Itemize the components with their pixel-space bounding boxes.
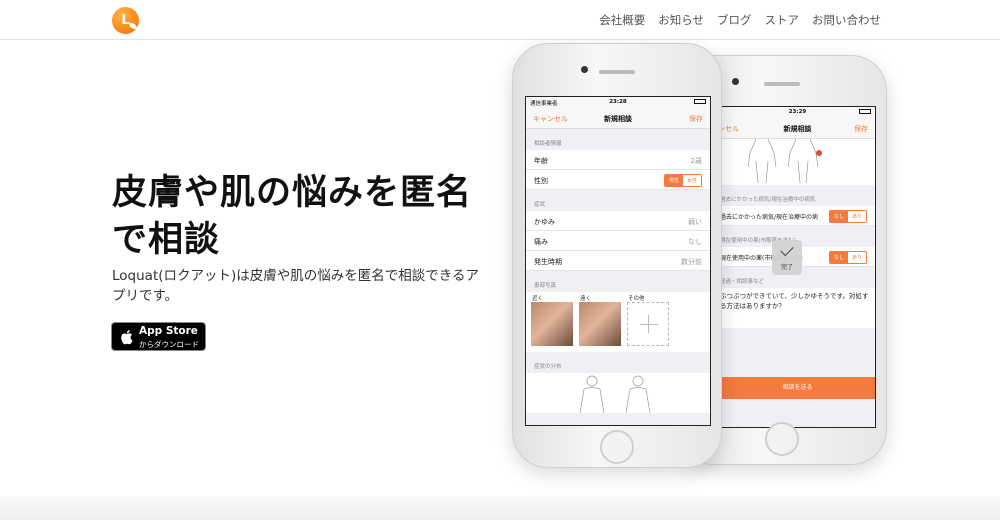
save-button[interactable]: 保存 bbox=[689, 114, 703, 124]
symptom-section-header: 症状 bbox=[534, 202, 546, 208]
hero-title-line1: 皮膚や肌の悩みを匿名 bbox=[112, 173, 473, 213]
body-outline-icon bbox=[747, 138, 822, 184]
itch-row[interactable]: かゆみ 弱い bbox=[526, 211, 710, 231]
onset-row[interactable]: 発生時期 数分前 bbox=[526, 251, 710, 271]
itch-label: かゆみ bbox=[534, 218, 555, 226]
site-header: L 会社概要 お知らせ ブログ ストア お問い合わせ bbox=[0, 0, 1000, 40]
photo-strip: 近く 遠く その他 bbox=[526, 292, 710, 352]
photo-far-thumbnail[interactable] bbox=[579, 302, 621, 346]
photos-section-header: 患部写真 bbox=[534, 283, 557, 289]
pain-value: なし bbox=[688, 238, 702, 246]
body-diagram[interactable] bbox=[526, 373, 710, 414]
photo-near-thumbnail[interactable] bbox=[531, 302, 573, 346]
battery-icon bbox=[694, 99, 706, 104]
toggle-no[interactable]: なし bbox=[829, 211, 848, 222]
nav-company[interactable]: 会社概要 bbox=[599, 12, 645, 28]
age-value: 2歳 bbox=[690, 157, 702, 165]
home-button bbox=[600, 430, 634, 464]
hero-title: 皮膚や肌の悩みを匿名 で相談 bbox=[112, 170, 492, 264]
history-label: 過去にかかった病気/現在治療中の病 bbox=[720, 214, 819, 221]
app-store-subtitle: からダウンロード bbox=[139, 340, 199, 349]
photo-label-near: 近く bbox=[532, 296, 544, 302]
battery-icon bbox=[859, 109, 871, 114]
phone-mockup-front: 通信事業者 23:28 キャンセル 新規相談 保存 相談者情報 年齢 2歳 性別… bbox=[512, 43, 722, 468]
onset-value: 数分前 bbox=[681, 258, 702, 266]
checkmark-icon bbox=[780, 242, 794, 257]
hero-description: Loquat(ロクアット)は皮膚や肌の悩みを匿名で相談できるアプリです。 bbox=[112, 268, 479, 304]
meds-toggle[interactable]: なし あり bbox=[828, 251, 867, 264]
photo-label-other: その他 bbox=[628, 296, 645, 302]
footer-band bbox=[0, 496, 1000, 520]
apple-icon bbox=[121, 330, 133, 345]
toggle-yes[interactable]: あり bbox=[847, 252, 866, 263]
gender-row[interactable]: 性別 男性 女性 bbox=[526, 170, 710, 190]
distribution-section-header: 症状の分布 bbox=[534, 364, 562, 370]
screen-title: 新規相談 bbox=[783, 125, 812, 133]
add-photo-icon[interactable] bbox=[627, 302, 669, 346]
send-consultation-button[interactable]: 相談を送る bbox=[720, 377, 875, 399]
toggle-no[interactable]: なし bbox=[829, 252, 848, 263]
speaker-grille bbox=[599, 70, 635, 74]
done-hud: 完了 bbox=[772, 240, 802, 275]
status-bar: 23:29 bbox=[720, 107, 875, 117]
nav-contact[interactable]: お問い合わせ bbox=[812, 12, 881, 28]
itch-value: 弱い bbox=[688, 218, 702, 226]
main-nav: 会社概要 お知らせ ブログ ストア お問い合わせ bbox=[599, 0, 881, 40]
logo-letter: L bbox=[121, 13, 130, 28]
history-header: 過去にかかった病気/現在治療中の病気 bbox=[720, 197, 816, 203]
comment-textarea[interactable]: ぶつぶつができていて、少しかゆそうです。対処する方法はありますか？ bbox=[720, 288, 875, 328]
toggle-yes[interactable]: あり bbox=[847, 211, 866, 222]
gender-label: 性別 bbox=[534, 177, 548, 185]
history-row[interactable]: 過去にかかった病気/現在治療中の病 なし あり bbox=[720, 206, 875, 226]
front-phone-screen: 通信事業者 23:28 キャンセル 新規相談 保存 相談者情報 年齢 2歳 性別… bbox=[525, 96, 711, 426]
done-label: 完了 bbox=[780, 264, 793, 271]
onset-label: 発生時期 bbox=[534, 258, 562, 266]
nav-news[interactable]: お知らせ bbox=[658, 12, 704, 28]
profile-section-header: 相談者情報 bbox=[534, 141, 562, 147]
pain-label: 痛み bbox=[534, 238, 548, 246]
status-time: 23:29 bbox=[788, 109, 807, 115]
front-camera bbox=[732, 78, 739, 85]
save-button[interactable]: 保存 bbox=[854, 124, 868, 134]
nav-bar: キャンセル 新規相談 保存 bbox=[526, 107, 710, 129]
screen-title: 新規相談 bbox=[604, 115, 632, 123]
nav-store[interactable]: ストア bbox=[765, 12, 800, 28]
status-bar: 通信事業者 23:28 bbox=[526, 97, 710, 107]
home-button bbox=[765, 422, 799, 456]
loquat-logo[interactable]: L bbox=[112, 7, 139, 34]
gender-toggle[interactable]: 男性 女性 bbox=[663, 174, 702, 187]
history-toggle[interactable]: なし あり bbox=[828, 210, 867, 223]
pain-row[interactable]: 痛み なし bbox=[526, 231, 710, 251]
app-store-badge[interactable]: App Store からダウンロード bbox=[111, 322, 206, 351]
body-diagram[interactable] bbox=[720, 138, 875, 185]
body-outline-icon bbox=[579, 375, 651, 414]
nav-bar: キャンセル 新規相談 保存 bbox=[720, 117, 875, 139]
app-store-title: App Store bbox=[139, 325, 198, 337]
speaker-grille bbox=[764, 82, 800, 86]
photo-label-far: 遠く bbox=[580, 296, 592, 302]
front-camera bbox=[581, 66, 588, 73]
status-time: 23:28 bbox=[609, 99, 627, 105]
age-row[interactable]: 年齢 2歳 bbox=[526, 150, 710, 170]
age-label: 年齢 bbox=[534, 157, 548, 165]
nav-blog[interactable]: ブログ bbox=[717, 12, 752, 28]
gender-male[interactable]: 男性 bbox=[664, 175, 683, 186]
gender-female[interactable]: 女性 bbox=[682, 175, 701, 186]
hero-title-line2: で相談 bbox=[112, 220, 221, 260]
